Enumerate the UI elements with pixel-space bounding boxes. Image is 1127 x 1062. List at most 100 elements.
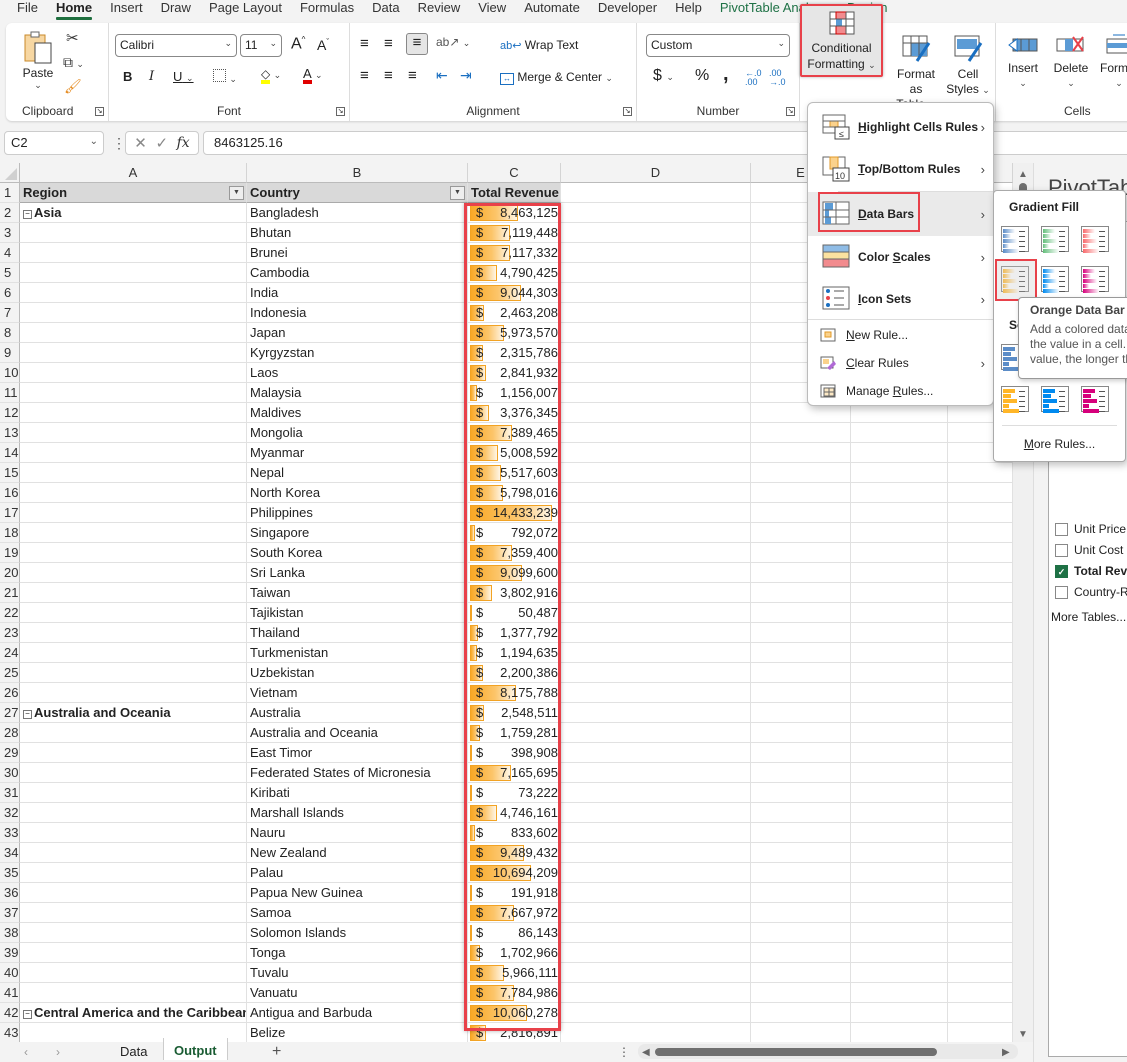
country-cell[interactable]: Belize [247,1023,468,1042]
cell[interactable] [561,863,751,883]
country-header[interactable]: Country ▼ [247,183,468,203]
cell[interactable] [851,763,948,783]
align-top-button[interactable]: ≡ [360,35,369,52]
more-tables-link[interactable]: More Tables... [1051,610,1126,624]
align-middle-button[interactable]: ≡ [384,35,393,52]
cell[interactable] [561,503,751,523]
cell[interactable] [561,543,751,563]
revenue-cell[interactable]: $7,117,332 [468,243,561,263]
revenue-cell[interactable]: $8,463,125 [468,203,561,223]
cell[interactable] [851,703,948,723]
insert-function-icon[interactable]: fx [177,135,190,151]
cell[interactable] [948,783,1013,803]
gradient-green-data-bar-swatch[interactable] [1041,226,1069,253]
row-number[interactable]: 35 [0,863,20,883]
region-cell[interactable] [20,303,247,323]
cell[interactable] [751,823,851,843]
cell[interactable] [851,983,948,1003]
cell[interactable] [751,623,851,643]
cell[interactable] [751,463,851,483]
tab-page-layout[interactable]: Page Layout [200,0,291,22]
region-cell[interactable] [20,483,247,503]
cell[interactable] [751,983,851,1003]
region-cell[interactable] [20,963,247,983]
cell[interactable] [561,283,751,303]
country-cell[interactable]: Vietnam [247,683,468,703]
country-cell[interactable]: Tajikistan [247,603,468,623]
menu-item-top-bottom-rules[interactable]: 10 Top/Bottom Rules › [808,149,993,189]
revenue-cell[interactable]: $86,143 [468,923,561,943]
revenue-cell[interactable]: $7,667,972 [468,903,561,923]
cell[interactable] [948,703,1013,723]
cell[interactable] [851,823,948,843]
revenue-cell[interactable]: $3,376,345 [468,403,561,423]
country-cell[interactable]: Singapore [247,523,468,543]
revenue-cell[interactable]: $5,517,603 [468,463,561,483]
row-number[interactable]: 27 [0,703,20,723]
gradient-orange-data-bar-swatch[interactable] [1001,266,1029,293]
region-cell[interactable] [20,623,247,643]
horizontal-scroll-thumb[interactable] [655,1048,937,1056]
cell[interactable] [751,503,851,523]
row-number[interactable]: 17 [0,503,20,523]
region-cell[interactable] [20,843,247,863]
cell[interactable] [851,543,948,563]
cell[interactable] [851,723,948,743]
cell[interactable] [948,983,1013,1003]
select-all-corner[interactable] [0,163,20,183]
cell[interactable] [751,963,851,983]
row-number[interactable]: 18 [0,523,20,543]
cell[interactable] [851,483,948,503]
revenue-cell[interactable]: $9,044,303 [468,283,561,303]
cell[interactable] [751,703,851,723]
region-cell[interactable] [20,583,247,603]
country-cell[interactable]: Kyrgyzstan [247,343,468,363]
row-number[interactable]: 33 [0,823,20,843]
country-cell[interactable]: Philippines [247,503,468,523]
row-number[interactable]: 13 [0,423,20,443]
cell[interactable] [851,443,948,463]
cell[interactable] [751,583,851,603]
cell[interactable] [851,603,948,623]
region-cell[interactable] [20,783,247,803]
cell[interactable] [561,243,751,263]
country-cell[interactable]: Nauru [247,823,468,843]
more-rules-link[interactable]: More Rules... [994,437,1125,451]
cell[interactable] [561,703,751,723]
country-cell[interactable]: Nepal [247,463,468,483]
cell[interactable] [561,923,751,943]
row-number[interactable]: 32 [0,803,20,823]
font-size-select[interactable]: 11 ⌄ [240,34,282,57]
tab-insert[interactable]: Insert [101,0,152,22]
name-box[interactable]: C2 ⌄ [4,131,104,155]
region-cell[interactable] [20,403,247,423]
conditional-formatting-button[interactable]: Conditional Formatting ⌄ [800,4,883,77]
column-header-d[interactable]: D [561,163,751,183]
gradient-red-data-bar-swatch[interactable] [1081,226,1109,253]
cell[interactable] [948,1023,1013,1042]
row-number[interactable]: 6 [0,283,20,303]
tab-help[interactable]: Help [666,0,711,22]
country-cell[interactable]: New Zealand [247,843,468,863]
cell[interactable] [561,183,751,203]
cell[interactable] [751,523,851,543]
country-cell[interactable]: Turkmenistan [247,643,468,663]
revenue-cell[interactable]: $7,165,695 [468,763,561,783]
region-cell[interactable] [20,463,247,483]
country-cell[interactable]: Federated States of Micronesia [247,763,468,783]
cell[interactable] [561,623,751,643]
cell-styles-button[interactable]: Cell Styles ⌄ [946,33,990,98]
row-number[interactable]: 24 [0,643,20,663]
revenue-cell[interactable]: $2,200,386 [468,663,561,683]
region-cell[interactable] [20,323,247,343]
column-header-a[interactable]: A [20,163,247,183]
country-cell[interactable]: Papua New Guinea [247,883,468,903]
total-revenue-header[interactable]: Total Revenue [468,183,561,203]
region-cell[interactable] [20,663,247,683]
cell[interactable] [851,863,948,883]
cell[interactable] [948,603,1013,623]
region-cell[interactable] [20,643,247,663]
checkbox[interactable] [1055,522,1068,536]
region-cell[interactable] [20,683,247,703]
pivot-field-item[interactable]: Unit Cost [1055,543,1123,557]
